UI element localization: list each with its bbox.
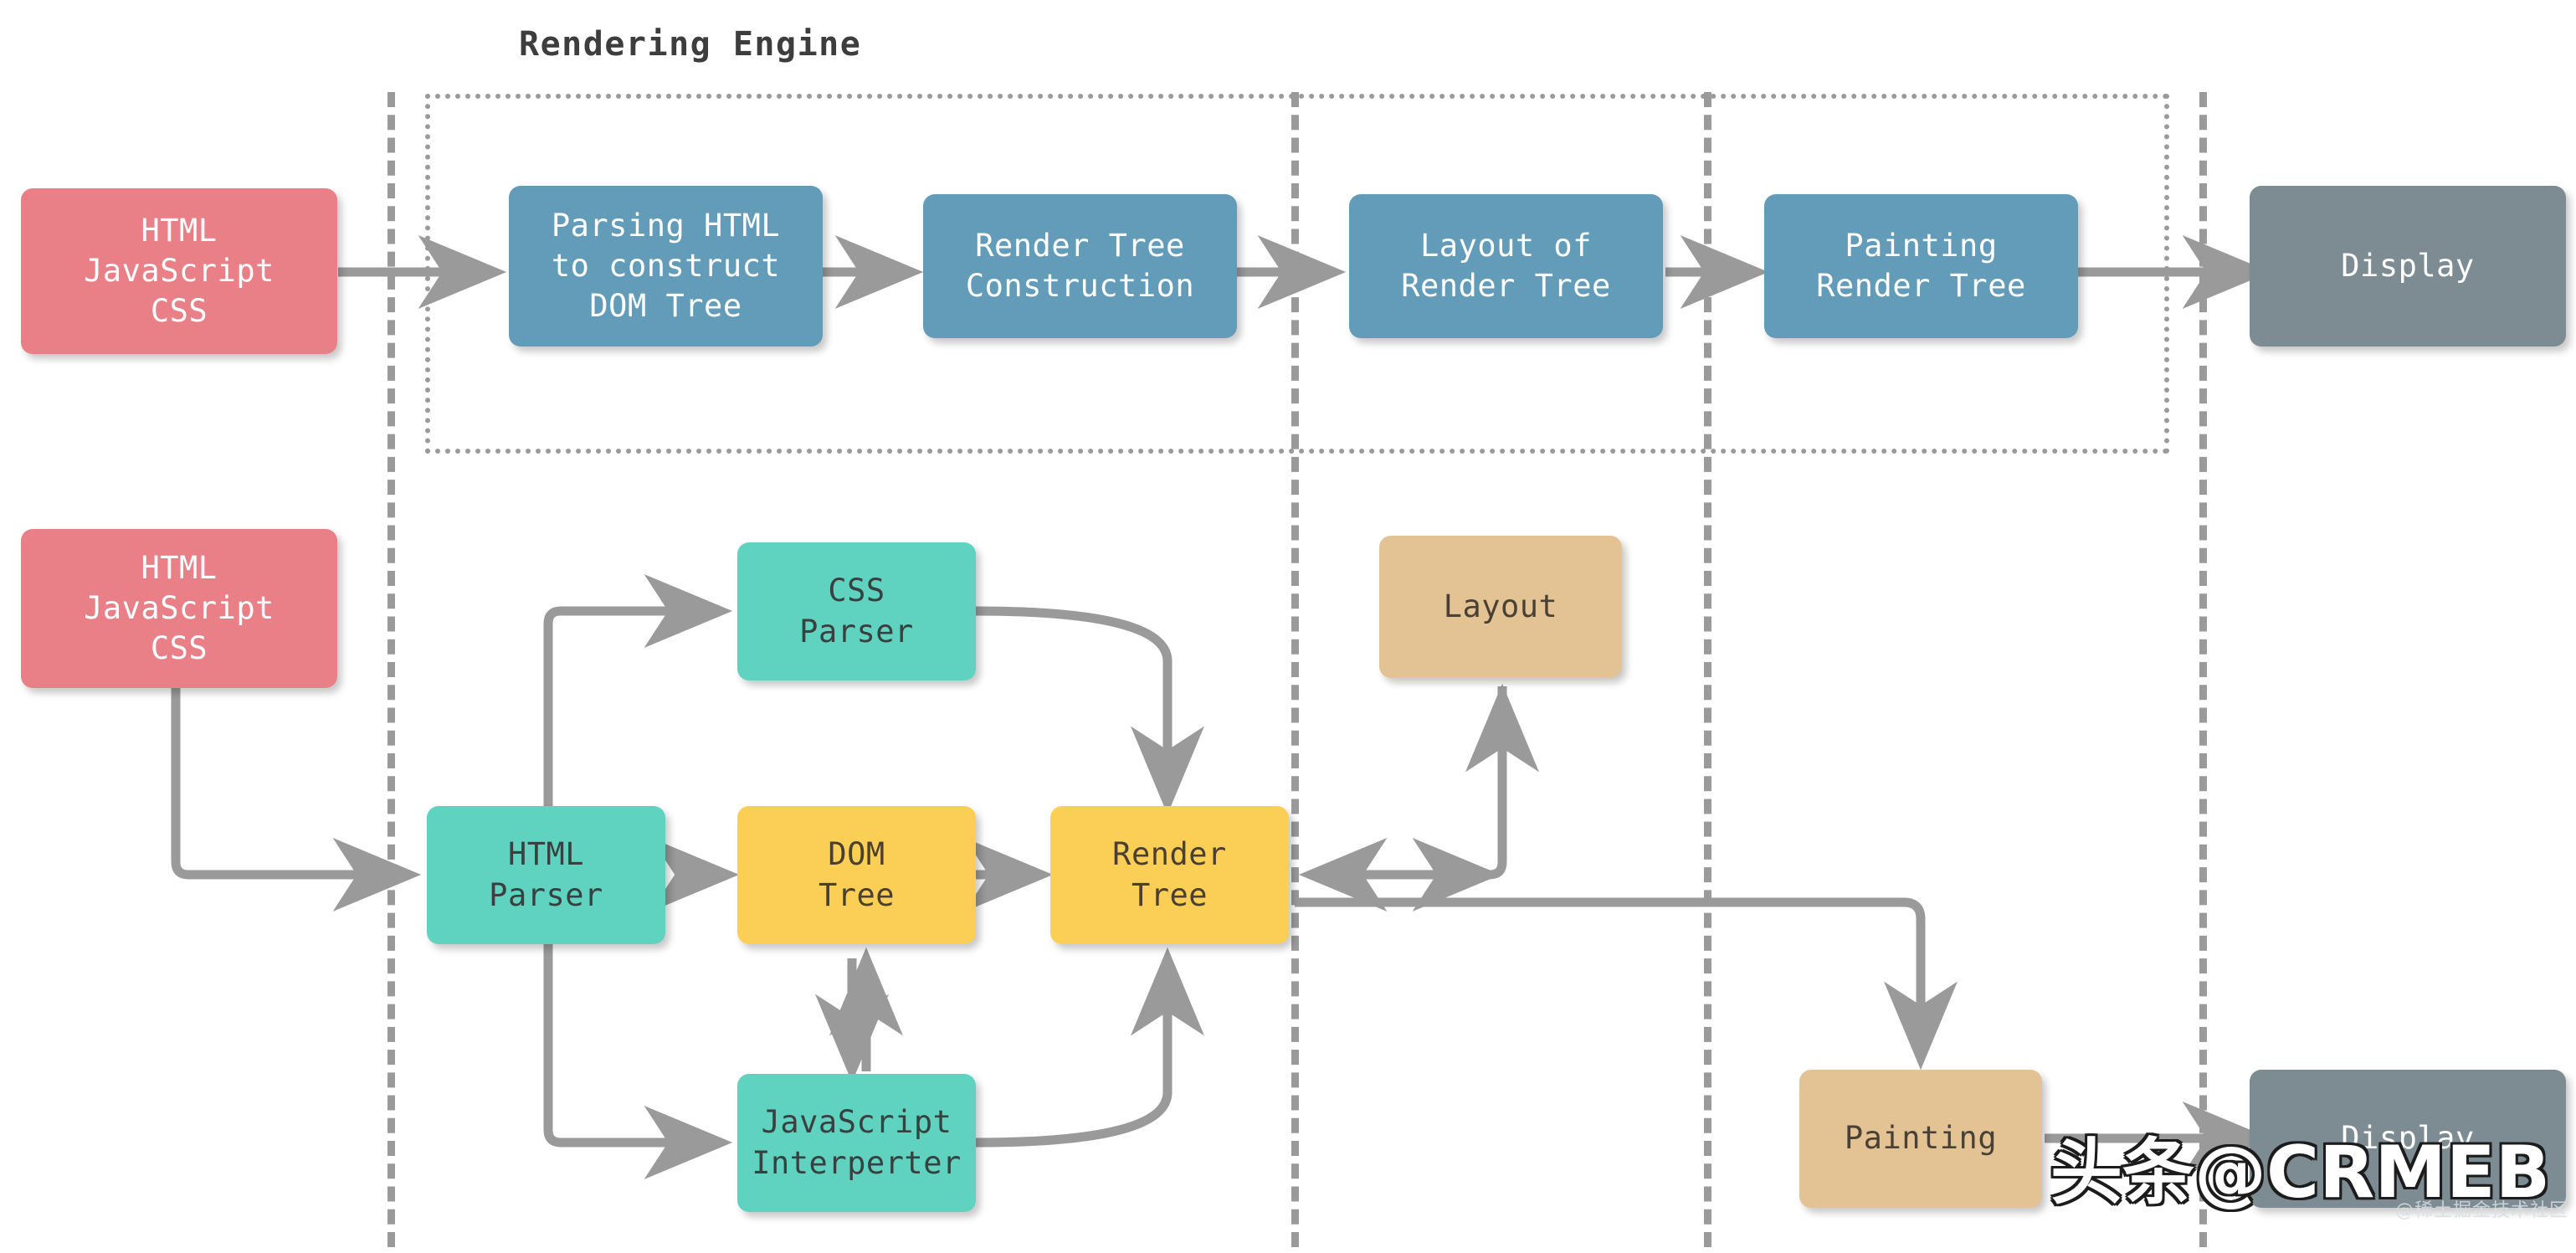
node-painting[interactable]: Painting xyxy=(1799,1070,2042,1208)
node-top-input-label: HTML JavaScript CSS xyxy=(84,212,275,330)
rendering-engine-title: Rendering Engine xyxy=(519,25,862,64)
node-painting-label: Painting xyxy=(1844,1120,1998,1157)
node-render-tree-construction[interactable]: Render Tree Construction xyxy=(923,194,1237,338)
node-painting-render-tree[interactable]: Painting Render Tree xyxy=(1764,194,2078,338)
node-javascript-interpreter-label: JavaScript Interperter xyxy=(752,1104,962,1181)
boundary-line-1 xyxy=(387,92,395,1247)
node-html-parser-label: HTML Parser xyxy=(489,836,603,913)
node-bottom-input-label: HTML JavaScript CSS xyxy=(84,549,275,667)
node-layout[interactable]: Layout xyxy=(1379,536,1622,678)
node-layout-label: Layout xyxy=(1443,588,1558,624)
node-layout-of-render-tree-label: Layout of Render Tree xyxy=(1401,227,1611,304)
node-javascript-interpreter[interactable]: JavaScript Interperter xyxy=(737,1074,976,1212)
node-css-parser[interactable]: CSS Parser xyxy=(737,542,976,680)
boundary-line-4 xyxy=(2199,92,2207,1247)
node-render-tree-label: Render Tree xyxy=(1112,836,1227,913)
node-top-display[interactable]: Display xyxy=(2250,186,2566,347)
node-render-tree[interactable]: Render Tree xyxy=(1050,806,1289,944)
diagram-canvas: Rendering Engine HTML JavaScript CSS Par… xyxy=(0,0,2576,1253)
node-dom-tree[interactable]: DOM Tree xyxy=(737,806,976,944)
node-layout-of-render-tree[interactable]: Layout of Render Tree xyxy=(1349,194,1663,338)
node-parsing-html[interactable]: Parsing HTML to construct DOM Tree xyxy=(509,186,823,347)
node-dom-tree-label: DOM Tree xyxy=(818,836,895,913)
node-bottom-input[interactable]: HTML JavaScript CSS xyxy=(21,529,337,688)
node-html-parser[interactable]: HTML Parser xyxy=(427,806,665,944)
node-top-display-label: Display xyxy=(2341,247,2475,284)
node-render-tree-construction-label: Render Tree Construction xyxy=(965,227,1195,304)
node-top-input[interactable]: HTML JavaScript CSS xyxy=(21,188,337,354)
node-parsing-html-label: Parsing HTML to construct DOM Tree xyxy=(551,207,781,325)
node-painting-render-tree-label: Painting Render Tree xyxy=(1816,227,2026,304)
node-css-parser-label: CSS Parser xyxy=(799,573,914,650)
watermark-sub: @稀土掘金技术社区 xyxy=(2395,1200,2569,1221)
